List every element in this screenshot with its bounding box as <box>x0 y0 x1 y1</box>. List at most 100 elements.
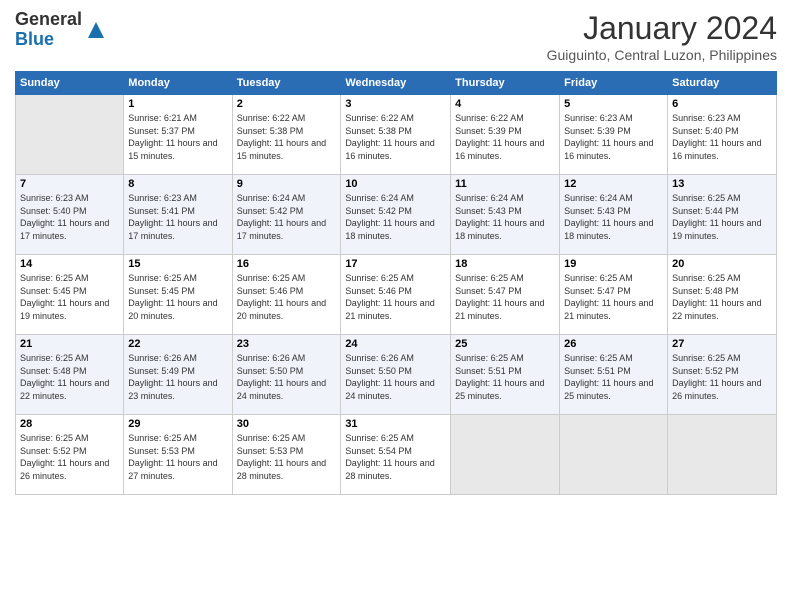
day-number: 5 <box>564 98 663 110</box>
logo-general: General <box>15 9 82 29</box>
day-info: Sunrise: 6:26 AM Sunset: 5:50 PM Dayligh… <box>345 352 446 402</box>
day-info: Sunrise: 6:25 AM Sunset: 5:44 PM Dayligh… <box>672 192 772 242</box>
calendar-cell: 29 Sunrise: 6:25 AM Sunset: 5:53 PM Dayli… <box>124 415 232 495</box>
day-number: 15 <box>128 258 227 270</box>
calendar-cell: 30 Sunrise: 6:25 AM Sunset: 5:53 PM Dayli… <box>232 415 341 495</box>
day-info: Sunrise: 6:23 AM Sunset: 5:39 PM Dayligh… <box>564 112 663 162</box>
calendar-header-tuesday: Tuesday <box>232 72 341 95</box>
calendar-cell: 7 Sunrise: 6:23 AM Sunset: 5:40 PM Daylig… <box>16 175 124 255</box>
day-number: 9 <box>237 178 337 190</box>
header: General Blue January 2024 Guiguinto, Cen… <box>15 10 777 63</box>
day-info: Sunrise: 6:25 AM Sunset: 5:45 PM Dayligh… <box>20 272 119 322</box>
calendar-header-sunday: Sunday <box>16 72 124 95</box>
day-number: 14 <box>20 258 119 270</box>
calendar-cell: 14 Sunrise: 6:25 AM Sunset: 5:45 PM Dayli… <box>16 255 124 335</box>
calendar-cell: 22 Sunrise: 6:26 AM Sunset: 5:49 PM Dayli… <box>124 335 232 415</box>
day-number: 20 <box>672 258 772 270</box>
day-info: Sunrise: 6:25 AM Sunset: 5:46 PM Dayligh… <box>237 272 337 322</box>
day-number: 17 <box>345 258 446 270</box>
day-number: 21 <box>20 338 119 350</box>
calendar-cell <box>451 415 560 495</box>
day-info: Sunrise: 6:24 AM Sunset: 5:43 PM Dayligh… <box>455 192 555 242</box>
day-info: Sunrise: 6:21 AM Sunset: 5:37 PM Dayligh… <box>128 112 227 162</box>
calendar-cell: 25 Sunrise: 6:25 AM Sunset: 5:51 PM Dayli… <box>451 335 560 415</box>
title-block: January 2024 Guiguinto, Central Luzon, P… <box>547 10 777 63</box>
day-info: Sunrise: 6:25 AM Sunset: 5:47 PM Dayligh… <box>455 272 555 322</box>
calendar-cell <box>560 415 668 495</box>
location-title: Guiguinto, Central Luzon, Philippines <box>547 47 777 63</box>
day-info: Sunrise: 6:25 AM Sunset: 5:51 PM Dayligh… <box>564 352 663 402</box>
day-info: Sunrise: 6:24 AM Sunset: 5:42 PM Dayligh… <box>345 192 446 242</box>
day-info: Sunrise: 6:25 AM Sunset: 5:51 PM Dayligh… <box>455 352 555 402</box>
calendar-cell: 15 Sunrise: 6:25 AM Sunset: 5:45 PM Dayli… <box>124 255 232 335</box>
calendar-cell <box>668 415 777 495</box>
logo-text: General Blue <box>15 10 108 50</box>
day-info: Sunrise: 6:26 AM Sunset: 5:50 PM Dayligh… <box>237 352 337 402</box>
day-info: Sunrise: 6:23 AM Sunset: 5:40 PM Dayligh… <box>672 112 772 162</box>
day-number: 22 <box>128 338 227 350</box>
calendar-cell: 17 Sunrise: 6:25 AM Sunset: 5:46 PM Dayli… <box>341 255 451 335</box>
calendar-cell <box>16 95 124 175</box>
day-number: 8 <box>128 178 227 190</box>
calendar-cell: 2Sunrise: 6:22 AM Sunset: 5:38 PM Daylig… <box>232 95 341 175</box>
day-number: 7 <box>20 178 119 190</box>
day-number: 31 <box>345 418 446 430</box>
day-info: Sunrise: 6:26 AM Sunset: 5:49 PM Dayligh… <box>128 352 227 402</box>
calendar-cell: 13 Sunrise: 6:25 AM Sunset: 5:44 PM Dayli… <box>668 175 777 255</box>
day-number: 23 <box>237 338 337 350</box>
calendar-cell: 3 Sunrise: 6:22 AM Sunset: 5:38 PM Daylig… <box>341 95 451 175</box>
day-info: Sunrise: 6:25 AM Sunset: 5:47 PM Dayligh… <box>564 272 663 322</box>
day-info: Sunrise: 6:23 AM Sunset: 5:40 PM Dayligh… <box>20 192 119 242</box>
day-number: 6 <box>672 98 772 110</box>
page: General Blue January 2024 Guiguinto, Cen… <box>0 0 792 612</box>
calendar-cell: 28 Sunrise: 6:25 AM Sunset: 5:52 PM Dayli… <box>16 415 124 495</box>
day-info: Sunrise: 6:25 AM Sunset: 5:54 PM Dayligh… <box>345 432 446 482</box>
calendar-table: SundayMondayTuesdayWednesdayThursdayFrid… <box>15 71 777 495</box>
day-info: Sunrise: 6:24 AM Sunset: 5:43 PM Dayligh… <box>564 192 663 242</box>
day-info: Sunrise: 6:23 AM Sunset: 5:41 PM Dayligh… <box>128 192 227 242</box>
day-number: 26 <box>564 338 663 350</box>
logo-icon <box>84 18 108 42</box>
calendar-cell: 6 Sunrise: 6:23 AM Sunset: 5:40 PM Daylig… <box>668 95 777 175</box>
day-number: 28 <box>20 418 119 430</box>
logo-blue: Blue <box>15 29 54 49</box>
day-number: 12 <box>564 178 663 190</box>
day-number: 2 <box>237 98 337 110</box>
day-number: 10 <box>345 178 446 190</box>
calendar-cell: 23 Sunrise: 6:26 AM Sunset: 5:50 PM Dayli… <box>232 335 341 415</box>
calendar-cell: 8 Sunrise: 6:23 AM Sunset: 5:41 PM Daylig… <box>124 175 232 255</box>
day-number: 18 <box>455 258 555 270</box>
day-info: Sunrise: 6:25 AM Sunset: 5:53 PM Dayligh… <box>128 432 227 482</box>
calendar-cell: 10 Sunrise: 6:24 AM Sunset: 5:42 PM Dayli… <box>341 175 451 255</box>
calendar-cell: 20Sunrise: 6:25 AM Sunset: 5:48 PM Dayli… <box>668 255 777 335</box>
calendar-cell: 18 Sunrise: 6:25 AM Sunset: 5:47 PM Dayli… <box>451 255 560 335</box>
calendar-cell: 21Sunrise: 6:25 AM Sunset: 5:48 PM Dayli… <box>16 335 124 415</box>
calendar-cell: 24Sunrise: 6:26 AM Sunset: 5:50 PM Dayli… <box>341 335 451 415</box>
day-number: 25 <box>455 338 555 350</box>
day-number: 13 <box>672 178 772 190</box>
calendar-cell: 19Sunrise: 6:25 AM Sunset: 5:47 PM Dayli… <box>560 255 668 335</box>
day-info: Sunrise: 6:25 AM Sunset: 5:46 PM Dayligh… <box>345 272 446 322</box>
calendar-cell: 5 Sunrise: 6:23 AM Sunset: 5:39 PM Daylig… <box>560 95 668 175</box>
day-info: Sunrise: 6:25 AM Sunset: 5:52 PM Dayligh… <box>20 432 119 482</box>
day-info: Sunrise: 6:25 AM Sunset: 5:53 PM Dayligh… <box>237 432 337 482</box>
day-number: 4 <box>455 98 555 110</box>
day-info: Sunrise: 6:22 AM Sunset: 5:38 PM Dayligh… <box>345 112 446 162</box>
day-info: Sunrise: 6:25 AM Sunset: 5:52 PM Dayligh… <box>672 352 772 402</box>
month-title: January 2024 <box>547 10 777 47</box>
day-info: Sunrise: 6:22 AM Sunset: 5:39 PM Dayligh… <box>455 112 555 162</box>
calendar-cell: 16Sunrise: 6:25 AM Sunset: 5:46 PM Dayli… <box>232 255 341 335</box>
calendar-cell: 12 Sunrise: 6:24 AM Sunset: 5:43 PM Dayli… <box>560 175 668 255</box>
day-number: 1 <box>128 98 227 110</box>
calendar-cell: 9Sunrise: 6:24 AM Sunset: 5:42 PM Daylig… <box>232 175 341 255</box>
day-number: 3 <box>345 98 446 110</box>
calendar-cell: 1 Sunrise: 6:21 AM Sunset: 5:37 PM Daylig… <box>124 95 232 175</box>
day-number: 30 <box>237 418 337 430</box>
day-number: 27 <box>672 338 772 350</box>
calendar-header-saturday: Saturday <box>668 72 777 95</box>
calendar-cell: 31 Sunrise: 6:25 AM Sunset: 5:54 PM Dayli… <box>341 415 451 495</box>
day-info: Sunrise: 6:25 AM Sunset: 5:45 PM Dayligh… <box>128 272 227 322</box>
calendar-header-wednesday: Wednesday <box>341 72 451 95</box>
day-number: 29 <box>128 418 227 430</box>
calendar-cell: 11Sunrise: 6:24 AM Sunset: 5:43 PM Dayli… <box>451 175 560 255</box>
